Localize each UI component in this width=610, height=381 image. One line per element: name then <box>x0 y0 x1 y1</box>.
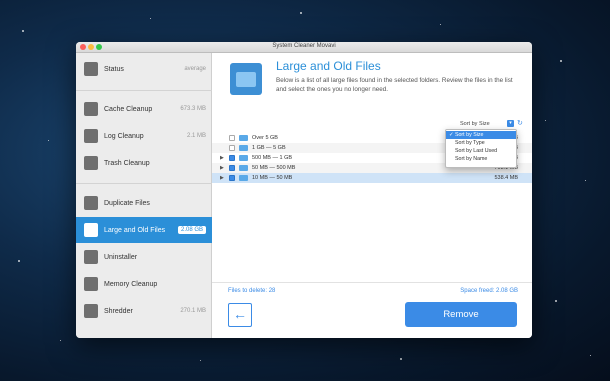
folder-icon <box>239 145 248 151</box>
file-group-name: Over 5 GB <box>252 135 278 141</box>
sidebar-item-large-and-old-files[interactable]: Large and Old Files 2.08 GB <box>76 217 212 243</box>
magnifier-document-icon <box>84 129 98 143</box>
sidebar-item-trash-cleanup[interactable]: Trash Cleanup <box>76 150 212 176</box>
sidebar-item-value: 673.3 MB <box>180 106 206 112</box>
disclosure-triangle-icon[interactable]: ▶ <box>220 153 224 163</box>
file-group-name: 1 GB — 5 GB <box>252 145 286 151</box>
checkbox[interactable] <box>229 165 235 171</box>
checkbox[interactable] <box>229 155 235 161</box>
footer-divider <box>212 282 532 283</box>
refresh-icon[interactable]: ↻ <box>517 120 525 128</box>
magnifier-icon <box>84 102 98 116</box>
sidebar-item-value: 270.1 MB <box>180 308 206 314</box>
sort-select-label[interactable]: Sort by Size <box>460 121 490 127</box>
sidebar-item-label: Large and Old Files <box>104 226 166 234</box>
sort-option-type[interactable]: Sort by Type <box>446 139 516 147</box>
sidebar-item-value: average <box>184 66 206 72</box>
list-item[interactable]: ▶ 10 MB — 50 MB 538.4 MB <box>212 173 532 183</box>
files-to-delete-count: Files to delete: 28 <box>228 288 276 294</box>
remove-button[interactable]: Remove <box>405 302 517 327</box>
sidebar: Status average Cache Cleanup 673.3 MB Lo… <box>76 53 212 338</box>
checkbox[interactable] <box>229 145 235 151</box>
window-title: System Cleaner Movavi <box>272 43 336 49</box>
disclosure-triangle-icon[interactable]: ▶ <box>220 163 224 173</box>
large-files-folder-icon <box>230 63 262 95</box>
main-panel: Large and Old Files Below is a list of a… <box>212 53 532 338</box>
sort-option-name[interactable]: Sort by Name <box>446 155 516 163</box>
app-window: System Cleaner Movavi Status average Cac… <box>76 42 532 338</box>
sidebar-item-cache-cleanup[interactable]: Cache Cleanup 673.3 MB <box>76 96 212 122</box>
sidebar-item-label: Duplicate Files <box>104 199 150 207</box>
trash-icon <box>84 156 98 170</box>
folder-icon <box>239 175 248 181</box>
sort-option-size[interactable]: ✓ Sort by Size <box>446 131 516 139</box>
memory-chip-icon <box>84 277 98 291</box>
sidebar-item-memory-cleanup[interactable]: Memory Cleanup <box>76 271 212 297</box>
sidebar-item-status[interactable]: Status average <box>76 56 212 82</box>
checkbox[interactable] <box>229 135 235 141</box>
checkbox[interactable] <box>229 175 235 181</box>
sidebar-item-label: Log Cleanup <box>104 132 144 140</box>
uninstaller-icon <box>84 250 98 264</box>
checkmark-icon: ✓ <box>449 132 454 138</box>
sidebar-item-log-cleanup[interactable]: Log Cleanup 2.1 MB <box>76 123 212 149</box>
file-group-name: 500 MB — 1 GB <box>252 155 293 161</box>
sort-dropdown-menu: ✓ Sort by Size Sort by Type Sort by Last… <box>445 129 517 168</box>
sidebar-item-value: 2.08 GB <box>177 226 206 234</box>
sort-option-last-used[interactable]: Sort by Last Used <box>446 147 516 155</box>
file-group-name: 10 MB — 50 MB <box>252 175 293 181</box>
sidebar-divider <box>76 183 212 184</box>
sidebar-divider <box>76 90 212 91</box>
file-group-name: 50 MB — 500 MB <box>252 165 296 171</box>
sidebar-item-value: 2.1 MB <box>186 133 206 139</box>
monitor-icon <box>84 62 98 76</box>
sidebar-item-uninstaller[interactable]: Uninstaller <box>76 244 212 270</box>
file-group-size: 538.4 MB <box>494 175 518 181</box>
sidebar-item-label: Status <box>104 65 124 73</box>
space-freed-amount: Space freed: 2.08 GB <box>460 288 518 294</box>
sidebar-item-label: Memory Cleanup <box>104 280 158 288</box>
sidebar-item-label: Cache Cleanup <box>104 105 153 113</box>
disclosure-triangle-icon[interactable]: ▶ <box>220 173 224 183</box>
sidebar-item-label: Uninstaller <box>104 253 138 261</box>
sort-dropdown-button[interactable]: ▾ <box>507 120 514 127</box>
folder-icon <box>239 155 248 161</box>
sidebar-item-shredder[interactable]: Shredder 270.1 MB <box>76 298 212 324</box>
large-files-icon <box>84 223 98 237</box>
sort-option-label: Sort by Size <box>454 132 484 138</box>
page-description: Below is a list of all large files found… <box>276 77 513 93</box>
back-button[interactable]: ← <box>228 303 252 327</box>
folder-icon <box>239 135 248 141</box>
title-bar: System Cleaner Movavi <box>76 42 532 53</box>
folder-icon <box>239 165 248 171</box>
sidebar-item-duplicate-files[interactable]: Duplicate Files <box>76 190 212 216</box>
sidebar-item-label: Shredder <box>104 307 133 315</box>
shredder-icon <box>84 304 98 318</box>
page-title: Large and Old Files <box>276 59 381 73</box>
arrow-left-icon: ← <box>233 306 247 322</box>
duplicate-files-icon <box>84 196 98 210</box>
sidebar-item-label: Trash Cleanup <box>104 159 150 167</box>
